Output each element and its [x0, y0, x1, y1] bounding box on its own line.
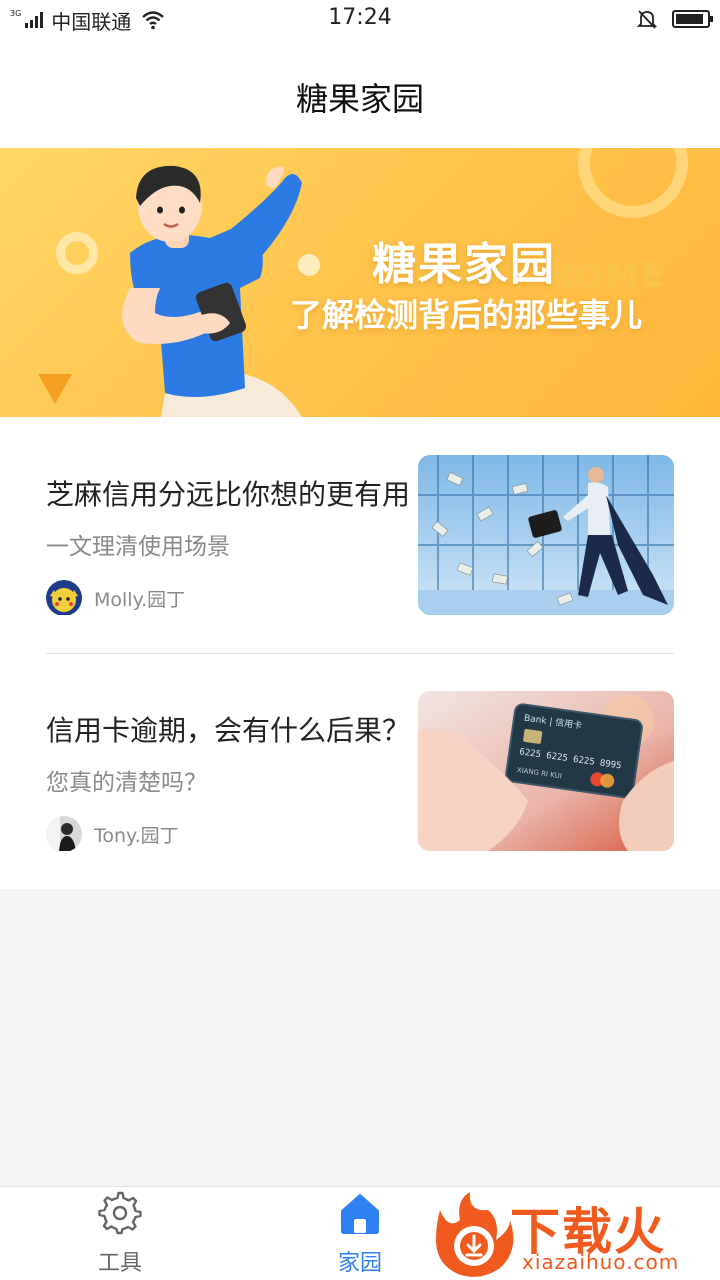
battery-icon — [672, 10, 713, 28]
app-header: 糖果家园 — [0, 40, 720, 148]
banner-subtitle: 了解检测背后的那些事儿 — [290, 296, 643, 334]
page-title: 糖果家园 — [295, 80, 424, 118]
status-bar: 3G 中国联通 17:24 — [0, 0, 720, 40]
article-subtitle: 您真的清楚吗？ — [46, 770, 207, 796]
article-list: 芝麻信用分远比你想的更有用 一文理清使用场景 Molly.园丁 信用卡逾期，会有… — [0, 417, 720, 889]
status-time: 17:24 — [328, 5, 392, 30]
tab-tools[interactable]: 工具 — [60, 1187, 180, 1280]
article-title: 芝麻信用分远比你想的更有用 — [46, 478, 411, 511]
avatar — [46, 580, 82, 615]
article-title: 信用卡逾期，会有什么后果？ — [46, 714, 411, 747]
logo-url: xiazaihuo.com — [522, 1250, 680, 1274]
gear-icon — [98, 1191, 142, 1235]
banner-decoration — [578, 148, 688, 218]
tab-tools-label: 工具 — [97, 1251, 142, 1276]
silent-bell-icon — [636, 10, 658, 29]
article-author: Tony.园丁 — [46, 816, 179, 851]
banner[interactable]: CANDY HOME 糖果家园 了解检测背后的那些事儿 — [0, 148, 720, 417]
article-thumbnail — [418, 455, 674, 615]
flame-logo-icon — [436, 1192, 514, 1277]
article-author: Molly.园丁 — [46, 580, 185, 615]
author-name: Tony.园丁 — [94, 824, 179, 847]
article-card[interactable]: 信用卡逾期，会有什么后果？ 您真的清楚吗？ Tony.园丁 Bank | 信用卡… — [46, 691, 674, 851]
battery-level-fill — [676, 14, 703, 24]
article-thumbnail: Bank | 信用卡 6225 6225 6225 8995 XIANG RI … — [418, 691, 674, 851]
tab-home[interactable]: 家园 — [300, 1187, 420, 1280]
article-card[interactable]: 芝麻信用分远比你想的更有用 一文理清使用场景 Molly.园丁 — [46, 455, 674, 615]
author-name: Molly.园丁 — [94, 588, 186, 611]
home-icon — [341, 1194, 379, 1234]
tab-home-label: 家园 — [337, 1251, 382, 1276]
article-subtitle: 一文理清使用场景 — [46, 534, 230, 560]
article-text: 信用卡逾期，会有什么后果？ 您真的清楚吗？ Tony.园丁 — [46, 691, 416, 851]
banner-title: 糖果家园 — [372, 239, 556, 290]
article-text: 芝麻信用分远比你想的更有用 一文理清使用场景 Molly.园丁 — [46, 455, 416, 615]
banner-decoration — [38, 374, 72, 404]
avatar — [46, 816, 82, 851]
site-watermark-logo: 下载火 xiazaihuo.com — [430, 1188, 720, 1280]
divider — [46, 653, 674, 654]
status-right — [636, 8, 713, 30]
banner-illustration — [122, 165, 302, 417]
